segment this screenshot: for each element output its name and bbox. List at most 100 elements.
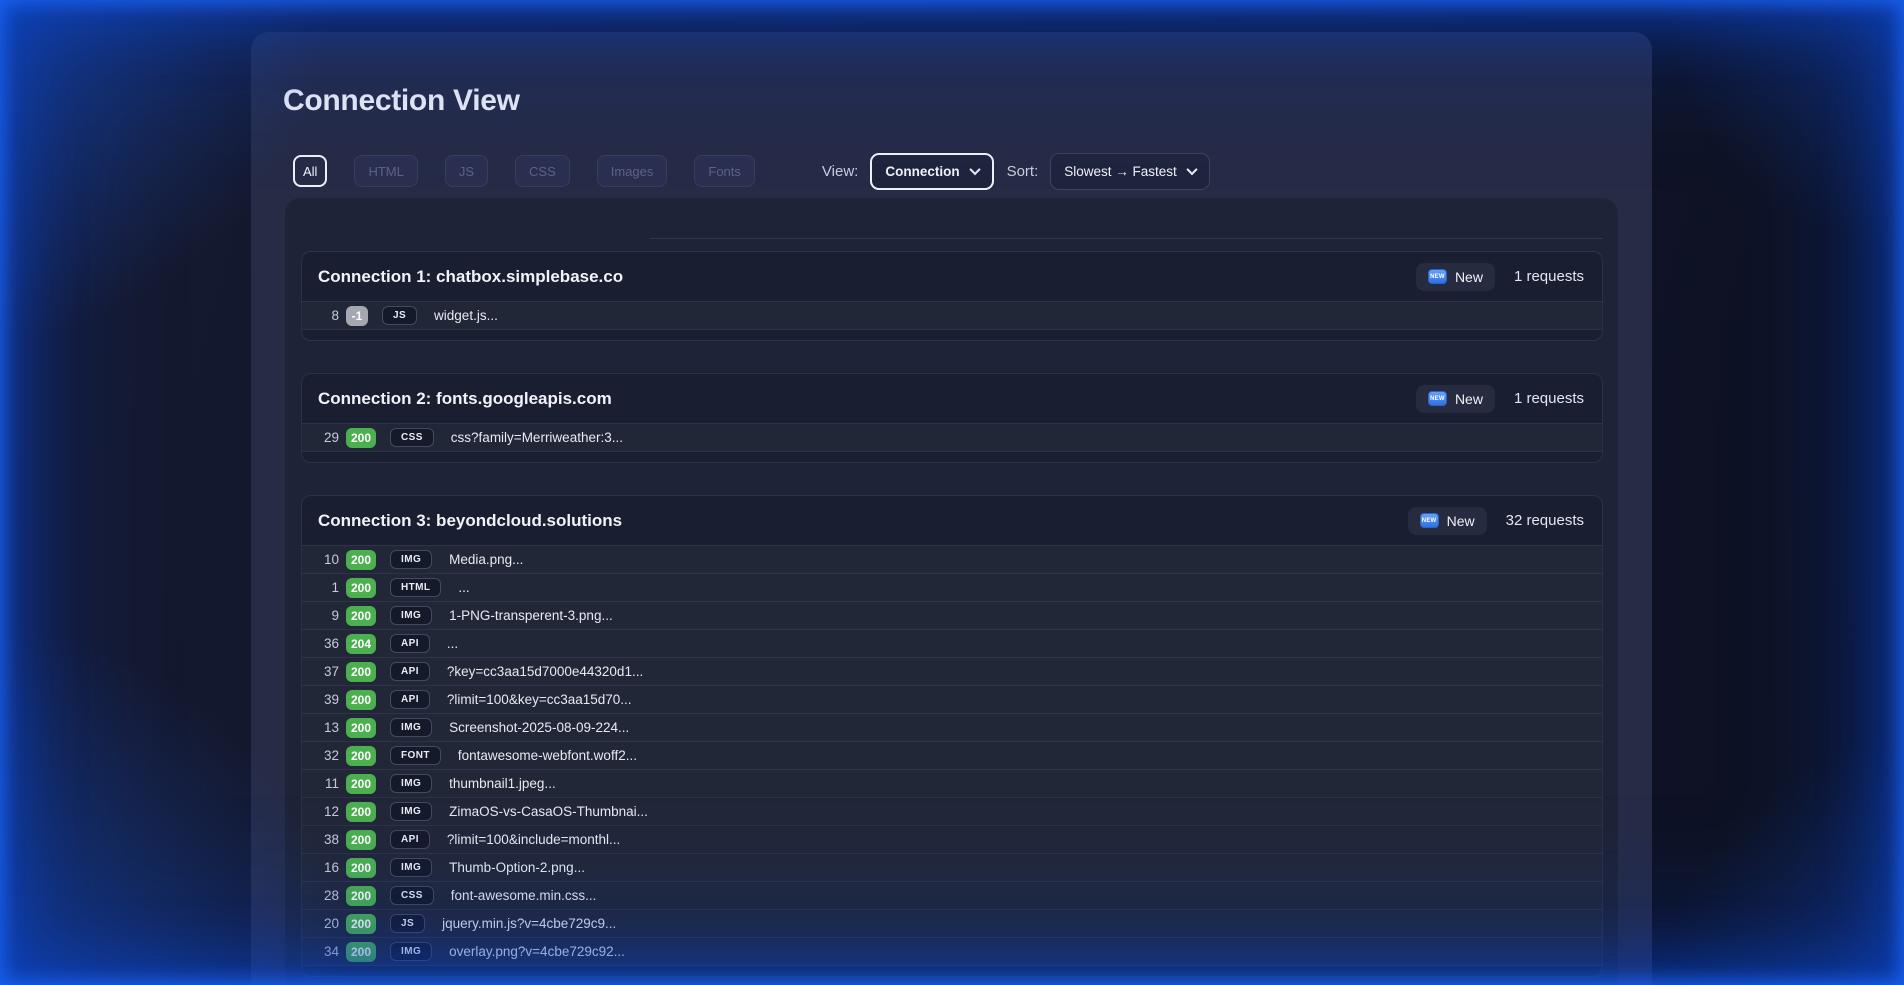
- connection-card-header[interactable]: Connection 3: beyondcloud.solutions NEW …: [302, 496, 1602, 545]
- request-url: css?family=Merriweather:3...: [451, 430, 623, 445]
- filter-button[interactable]: Images: [597, 155, 668, 187]
- request-row[interactable]: 8 -1 JS widget.js...: [302, 301, 1602, 329]
- request-row[interactable]: 12 200 IMG ZimaOS-vs-CasaOS-Thumbnai...: [302, 797, 1602, 825]
- request-row[interactable]: 13 200 IMG Screenshot-2025-08-09-224...: [302, 713, 1602, 741]
- request-rows: 8 -1 JS widget.js...: [302, 301, 1602, 330]
- request-row[interactable]: 36 204 API ...: [302, 629, 1602, 657]
- chevron-down-icon: [1186, 164, 1197, 175]
- request-rows: 29 200 CSS css?family=Merriweather:3...: [302, 423, 1602, 452]
- request-row[interactable]: 9 200 IMG 1-PNG-transperent-3.png...: [302, 601, 1602, 629]
- resource-type-tag: IMG: [390, 606, 432, 625]
- request-row[interactable]: 37 200 API ?key=cc3aa15d7000e44320d1...: [302, 657, 1602, 685]
- request-row[interactable]: 1 200 HTML ...: [302, 573, 1602, 601]
- connection-card: Connection 3: beyondcloud.solutions NEW …: [301, 495, 1603, 977]
- request-index: 9: [318, 608, 339, 623]
- chevron-down-icon: [969, 164, 980, 175]
- section-divider: [650, 238, 1603, 239]
- request-row[interactable]: 28 200 CSS font-awesome.min.css...: [302, 881, 1602, 909]
- request-index: 16: [318, 860, 339, 875]
- new-badge: NEW New: [1416, 263, 1495, 291]
- connection-card-header[interactable]: Connection 1: chatbox.simplebase.co NEW …: [302, 252, 1602, 301]
- filter-button-label: Fonts: [708, 164, 741, 179]
- request-row[interactable]: 32 200 FONT fontawesome-webfont.woff2...: [302, 741, 1602, 769]
- resource-type-tag: JS: [390, 914, 425, 933]
- sort-select[interactable]: Slowest → Fastest: [1050, 153, 1210, 190]
- connection-view-app: Connection View All HTML JS CSS Images F…: [0, 0, 1904, 985]
- filter-button[interactable]: Fonts: [694, 155, 755, 187]
- request-row[interactable]: 11 200 IMG thumbnail1.jpeg...: [302, 769, 1602, 797]
- status-badge: 200: [346, 942, 376, 962]
- resource-type-tag: HTML: [390, 578, 441, 597]
- request-count: 1 requests: [1514, 268, 1584, 285]
- status-badge: 200: [346, 662, 376, 682]
- request-row[interactable]: 20 200 JS jquery.min.js?v=4cbe729c9...: [302, 909, 1602, 937]
- new-icon: NEW: [1428, 391, 1447, 406]
- request-url: ZimaOS-vs-CasaOS-Thumbnai...: [449, 804, 648, 819]
- status-badge: 200: [346, 914, 376, 934]
- new-badge: NEW New: [1408, 507, 1487, 535]
- filter-button-label: All: [303, 164, 317, 179]
- status-badge: 200: [346, 606, 376, 626]
- request-row[interactable]: 16 200 IMG Thumb-Option-2.png...: [302, 853, 1602, 881]
- new-badge-label: New: [1447, 513, 1475, 529]
- status-badge: 200: [346, 858, 376, 878]
- request-url: 1-PNG-transperent-3.png...: [449, 608, 613, 623]
- resource-type-tag: IMG: [390, 550, 432, 569]
- request-index: 13: [318, 720, 339, 735]
- filter-button-label: JS: [459, 164, 474, 179]
- request-index: 20: [318, 916, 339, 931]
- status-badge: 200: [346, 428, 376, 448]
- filter-button-group: All HTML JS CSS Images Fonts: [293, 155, 782, 187]
- filter-button[interactable]: HTML: [354, 155, 417, 187]
- connection-card-header[interactable]: Connection 2: fonts.googleapis.com NEW N…: [302, 374, 1602, 423]
- status-badge: 204: [346, 634, 376, 654]
- status-badge: 200: [346, 830, 376, 850]
- request-url: Thumb-Option-2.png...: [449, 860, 585, 875]
- sort-select-value: Slowest → Fastest: [1064, 164, 1177, 179]
- request-url: ...: [458, 580, 469, 595]
- request-index: 28: [318, 888, 339, 903]
- request-url: ?limit=100&key=cc3aa15d70...: [447, 692, 632, 707]
- request-row[interactable]: 34 200 IMG overlay.png?v=4cbe729c92...: [302, 937, 1602, 965]
- request-row[interactable]: 10 200 IMG Media.png...: [302, 545, 1602, 573]
- filter-button[interactable]: CSS: [515, 155, 570, 187]
- request-url: ?key=cc3aa15d7000e44320d1...: [447, 664, 643, 679]
- request-index: 12: [318, 804, 339, 819]
- request-url: ?limit=100&include=monthl...: [447, 832, 620, 847]
- request-url: Media.png...: [449, 552, 523, 567]
- resource-type-tag: JS: [382, 306, 417, 325]
- request-url: widget.js...: [434, 308, 498, 323]
- connection-card: Connection 1: chatbox.simplebase.co NEW …: [301, 251, 1603, 341]
- view-select[interactable]: Connection: [870, 153, 993, 190]
- filter-button-label: Images: [611, 164, 654, 179]
- new-icon: NEW: [1428, 269, 1447, 284]
- request-count: 1 requests: [1514, 390, 1584, 407]
- request-index: 34: [318, 944, 339, 959]
- request-url: overlay.png?v=4cbe729c92...: [449, 944, 625, 959]
- connection-title: Connection 3: beyondcloud.solutions: [318, 511, 1408, 531]
- request-row[interactable]: 39 200 API ?limit=100&key=cc3aa15d70...: [302, 685, 1602, 713]
- request-index: 36: [318, 636, 339, 651]
- new-badge-label: New: [1455, 269, 1483, 285]
- request-index: 37: [318, 664, 339, 679]
- request-index: 39: [318, 692, 339, 707]
- resource-type-tag: FONT: [390, 746, 441, 765]
- connection-card: Connection 2: fonts.googleapis.com NEW N…: [301, 373, 1603, 463]
- request-url: ...: [447, 636, 458, 651]
- sort-label: Sort:: [1007, 163, 1039, 180]
- request-row[interactable]: 29 200 CSS css?family=Merriweather:3...: [302, 423, 1602, 451]
- request-url: font-awesome.min.css...: [451, 888, 597, 903]
- main-panel: Connection View All HTML JS CSS Images F…: [251, 32, 1652, 985]
- status-badge: 200: [346, 718, 376, 738]
- status-badge: 200: [346, 802, 376, 822]
- page-title: Connection View: [283, 84, 520, 118]
- resource-type-tag: API: [390, 662, 430, 681]
- status-badge: -1: [346, 306, 368, 326]
- filter-button[interactable]: JS: [445, 155, 488, 187]
- request-url: Screenshot-2025-08-09-224...: [449, 720, 629, 735]
- request-row[interactable]: 38 200 API ?limit=100&include=monthl...: [302, 825, 1602, 853]
- filter-button[interactable]: All: [293, 155, 327, 187]
- request-url: thumbnail1.jpeg...: [449, 776, 556, 791]
- request-count: 32 requests: [1506, 512, 1584, 529]
- resource-type-tag: IMG: [390, 858, 432, 877]
